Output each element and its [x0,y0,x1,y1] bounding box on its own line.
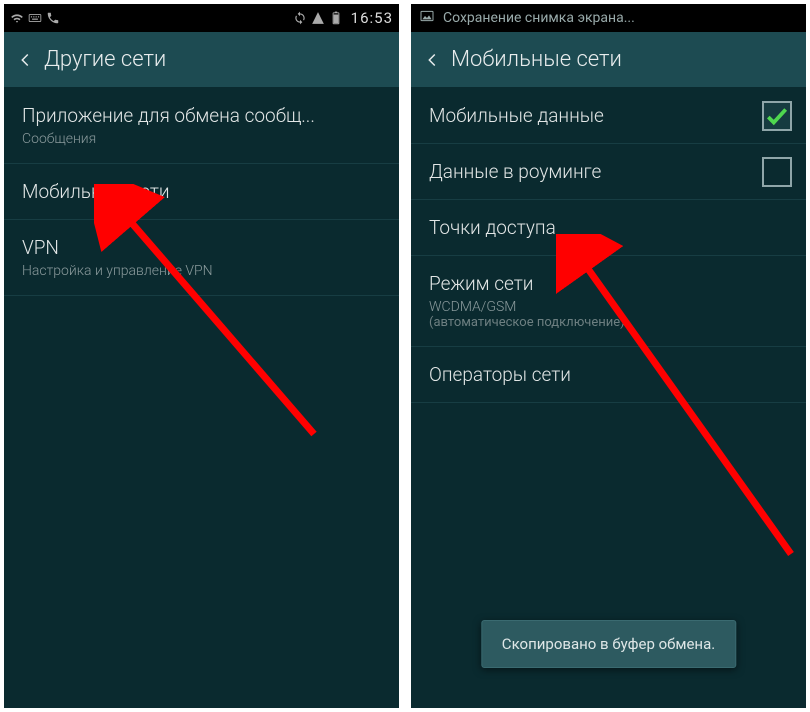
sync-icon [293,11,307,25]
row-network-mode[interactable]: Режим сети WCDMA/GSM (автоматическое под… [411,256,806,347]
toast-clipboard: Скопировано в буфер обмена. [481,620,736,668]
keyboard-icon [28,11,42,25]
header-title: Другие сети [44,47,166,72]
row-access-points[interactable]: Точки доступа [411,200,806,256]
battery-icon [329,11,343,25]
screenshot-banner: Сохранение снимка экрана... [411,4,806,32]
settings-list: Приложение для обмена сообщ... Сообщения… [4,88,399,708]
image-icon [419,8,435,28]
header-bar: Мобильные сети [411,32,806,88]
wifi-icon [10,11,24,25]
back-button[interactable] [16,51,34,69]
back-button[interactable] [423,51,441,69]
phone-screen-left: 16:53 Другие сети Приложение для обмена … [4,4,399,708]
status-time: 16:53 [351,9,393,27]
phone-icon [46,11,60,25]
status-bar: 16:53 [4,4,399,32]
row-vpn[interactable]: VPN Настройка и управление VPN [4,220,399,296]
settings-list: Мобильные данные Данные в роуминге Точки… [411,88,806,708]
row-roaming-data[interactable]: Данные в роуминге [411,144,806,200]
row-network-operators[interactable]: Операторы сети [411,347,806,403]
checkbox-roaming[interactable] [762,157,792,187]
row-mobile-networks[interactable]: Мобильные сети [4,164,399,220]
header-bar: Другие сети [4,32,399,88]
checkbox-mobile-data[interactable] [762,101,792,131]
row-messaging-app[interactable]: Приложение для обмена сообщ... Сообщения [4,88,399,164]
phone-screen-right: Сохранение снимка экрана... Мобильные се… [411,4,806,708]
header-title: Мобильные сети [451,47,622,72]
banner-text: Сохранение снимка экрана... [443,10,635,26]
signal-icon [311,11,325,25]
row-mobile-data[interactable]: Мобильные данные [411,88,806,144]
